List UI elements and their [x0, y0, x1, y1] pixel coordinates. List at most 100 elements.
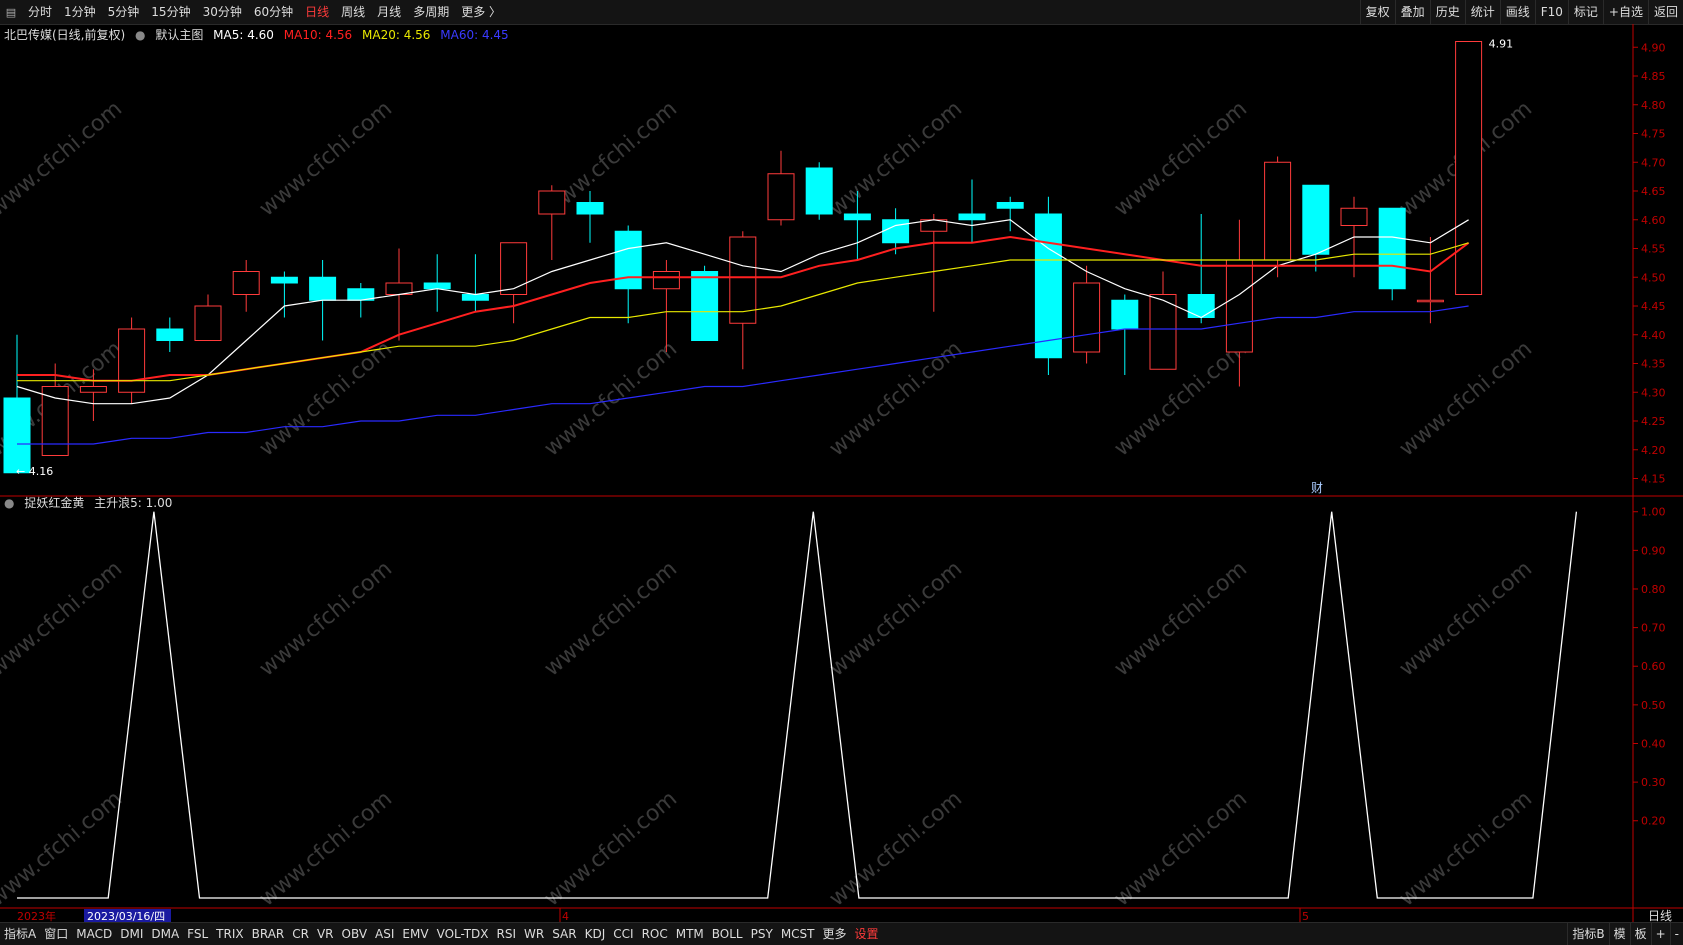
candle-body-31	[1187, 294, 1215, 318]
watermark-10: www.cfchi.com	[1110, 336, 1252, 461]
indicator-b-control-0[interactable]: 指标B	[1567, 923, 1608, 945]
tool-button-2[interactable]: 历史	[1429, 0, 1465, 24]
indicator-tab-15[interactable]: WR	[520, 923, 548, 945]
indicator-tab-11[interactable]: ASI	[371, 923, 398, 945]
indicator-tab-12[interactable]: EMV	[398, 923, 432, 945]
sub-ytick-label-1: 0.30	[1641, 776, 1666, 789]
tool-button-0[interactable]: 复权	[1359, 0, 1395, 24]
indicator-tab-13[interactable]: VOL-TDX	[433, 923, 493, 945]
stock-chart[interactable]: www.cfchi.com www.cfchi.com www.cfchi.com w…	[0, 24, 1683, 922]
candle-body-1	[41, 386, 69, 456]
watermark-21: www.cfchi.com	[825, 786, 967, 911]
indicator-tab-3[interactable]: DMI	[116, 923, 147, 945]
indicator-tab-5[interactable]: FSL	[183, 923, 212, 945]
indicator-b-control-1[interactable]: 模	[1608, 923, 1630, 945]
candle-body-29	[1111, 299, 1139, 330]
sub-ytick-label-8: 1.00	[1641, 506, 1666, 519]
candle-body-3	[118, 328, 146, 393]
period-tab-10[interactable]: 更多 〉	[455, 0, 507, 24]
sub-ytick-label-6: 0.80	[1641, 583, 1666, 596]
indicator-tab-0[interactable]: 指标A	[0, 923, 40, 945]
candle-body-4	[156, 328, 184, 341]
indicator-tab-16[interactable]: SAR	[548, 923, 580, 945]
main-ytick-label-8: 4.55	[1641, 243, 1666, 256]
indicator-tab-21[interactable]: BOLL	[708, 923, 747, 945]
main-ytick-label-9: 4.60	[1641, 214, 1666, 227]
candle-body-17	[652, 271, 680, 290]
indicator-tab-20[interactable]: MTM	[672, 923, 708, 945]
indicator-b-control-2[interactable]: 板	[1629, 923, 1651, 945]
menu-icon[interactable]: ▤	[4, 5, 18, 19]
watermark-8: www.cfchi.com	[540, 336, 682, 461]
sub-ytick-label-3: 0.50	[1641, 699, 1666, 712]
indicator-tab-4[interactable]: DMA	[147, 923, 183, 945]
period-tab-1[interactable]: 1分钟	[58, 0, 102, 24]
watermark-20: www.cfchi.com	[540, 786, 682, 911]
watermark-17: www.cfchi.com	[1395, 556, 1537, 681]
indicator-tab-14[interactable]: RSI	[493, 923, 521, 945]
financial-report-marker: 财	[1311, 481, 1323, 495]
tool-button-3[interactable]: 统计	[1464, 0, 1500, 24]
indicator-tab-18[interactable]: CCI	[609, 923, 637, 945]
candle-body-15	[576, 202, 604, 215]
period-tab-2[interactable]: 5分钟	[102, 0, 146, 24]
watermark-12: www.cfchi.com	[0, 556, 127, 681]
indicator-tab-1[interactable]: 窗口	[40, 923, 72, 945]
indicator-b-control-3[interactable]: +	[1650, 923, 1670, 945]
watermark-16: www.cfchi.com	[1110, 556, 1252, 681]
stock-name: 北巴传媒(日线,前复权)	[4, 28, 126, 42]
indicator-tab-8[interactable]: CR	[288, 923, 313, 945]
xaxis-year-label: 2023年	[17, 909, 56, 922]
watermark-9: www.cfchi.com	[825, 336, 967, 461]
tool-button-8[interactable]: 返回	[1647, 0, 1683, 24]
indicator-tab-23[interactable]: MCST	[777, 923, 819, 945]
tool-button-6[interactable]: 标记	[1567, 0, 1603, 24]
toggle-icon[interactable]: ●	[4, 496, 14, 510]
period-tab-7[interactable]: 周线	[335, 0, 371, 24]
period-tab-3[interactable]: 15分钟	[145, 0, 196, 24]
indicator-tab-24[interactable]: 更多	[819, 923, 851, 945]
indicator-tab-10[interactable]: OBV	[338, 923, 372, 945]
sub-ytick-label-0: 0.20	[1641, 815, 1666, 828]
top-toolbar: ▤ 分时 1分钟 5分钟 15分钟 30分钟 60分钟 日线 周线 月线 多周期 更多 〉 复权 叠加…	[0, 0, 1683, 25]
period-label: 日线	[1648, 909, 1672, 922]
ma60-label: MA60: 4.45	[440, 28, 509, 42]
candle-body-22	[843, 213, 871, 221]
indicator-b-control-4[interactable]: -	[1669, 923, 1683, 945]
candle-body-36	[1378, 207, 1406, 290]
tool-button-5[interactable]: F10	[1534, 0, 1568, 24]
indicator-tab-2[interactable]: MACD	[72, 923, 116, 945]
tool-button-1[interactable]: 叠加	[1394, 0, 1430, 24]
period-tab-4[interactable]: 30分钟	[197, 0, 248, 24]
indicator-tab-25[interactable]: 设置	[851, 923, 883, 945]
indicator-tab-9[interactable]: VR	[313, 923, 338, 945]
candle-body-27	[1034, 213, 1062, 359]
indicator-tab-22[interactable]: PSY	[747, 923, 777, 945]
candle-body-21	[805, 167, 833, 215]
indicator-tab-19[interactable]: ROC	[638, 923, 672, 945]
main-ytick-label-11: 4.70	[1641, 156, 1666, 169]
tool-button-4[interactable]: 画线	[1499, 0, 1535, 24]
period-tab-8[interactable]: 月线	[371, 0, 407, 24]
main-ytick-label-15: 4.90	[1641, 41, 1666, 54]
candle-body-26	[996, 202, 1024, 209]
watermark-1: www.cfchi.com	[255, 96, 397, 221]
sub-ytick-label-7: 0.90	[1641, 544, 1666, 557]
sub-legend: ● 捉妖红金黄 主升浪5: 1.00	[4, 494, 178, 511]
period-tab-6[interactable]: 日线	[299, 0, 335, 24]
candle-body-23	[882, 219, 910, 244]
main-ytick-label-0: 4.15	[1641, 473, 1666, 486]
watermark-7: www.cfchi.com	[255, 336, 397, 461]
indicator-tab-6[interactable]: TRIX	[212, 923, 247, 945]
watermark-13: www.cfchi.com	[255, 556, 397, 681]
indicator-tab-17[interactable]: KDJ	[581, 923, 610, 945]
candle-body-13	[500, 242, 528, 295]
period-tab-9[interactable]: 多周期	[407, 0, 455, 24]
candle-body-2	[79, 386, 107, 393]
period-tab-0[interactable]: 分时	[22, 0, 58, 24]
toggle-icon[interactable]: ●	[135, 28, 145, 42]
tool-button-7[interactable]: +自选	[1602, 0, 1648, 24]
period-tab-5[interactable]: 60分钟	[248, 0, 299, 24]
indicator-tab-7[interactable]: BRAR	[248, 923, 289, 945]
low-price-label: ← 4.16	[16, 465, 53, 478]
